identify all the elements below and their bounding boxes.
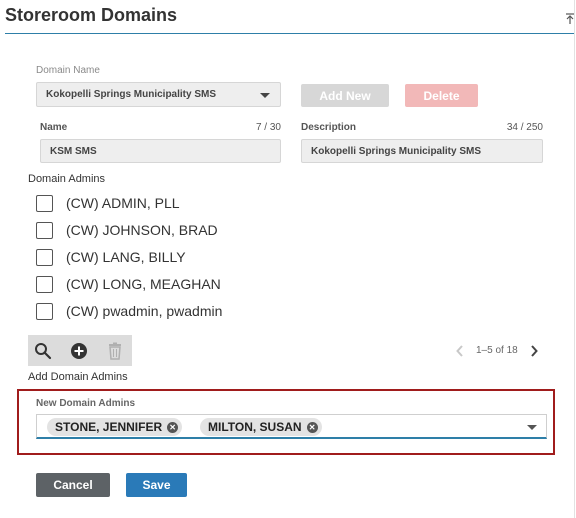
page-title: Storeroom Domains [5, 5, 178, 25]
title-divider [5, 33, 575, 34]
domain-admins-label: Domain Admins [28, 173, 106, 185]
delete-button[interactable]: Delete [405, 84, 478, 107]
domain-name-select[interactable]: Kokopelli Springs Municipality SMS [36, 82, 281, 107]
admin-name: (CW) pwadmin, pwadmin [66, 303, 223, 319]
remove-chip-icon[interactable]: ✕ [167, 421, 179, 433]
description-input[interactable]: Kokopelli Springs Municipality SMS [301, 139, 543, 163]
description-char-counter: 34 / 250 [506, 122, 543, 133]
description-input-value: Kokopelli Springs Municipality SMS [311, 145, 482, 157]
add-circle-icon[interactable] [69, 341, 89, 361]
admin-name: (CW) LONG, MEAGHAN [66, 276, 221, 292]
list-item: (CW) pwadmin, pwadmin [36, 301, 222, 321]
domain-name-value: Kokopelli Springs Municipality SMS [46, 89, 217, 100]
name-char-counter: 7 / 30 [255, 122, 281, 133]
list-item: (CW) ADMIN, PLL [36, 193, 180, 213]
panel-border [574, 0, 575, 518]
admin-checkbox[interactable] [36, 221, 53, 239]
new-domain-admins-multiselect[interactable]: STONE, JENNIFER ✕ MILTON, SUSAN ✕ [36, 414, 547, 439]
admin-name: (CW) ADMIN, PLL [66, 195, 180, 211]
name-input[interactable]: KSM SMS [40, 139, 281, 163]
trash-icon[interactable] [105, 341, 125, 361]
domain-name-label: Domain Name [36, 65, 100, 76]
description-label: Description [301, 122, 357, 133]
add-new-button[interactable]: Add New [301, 84, 389, 107]
chip-label: MILTON, SUSAN [208, 420, 302, 434]
cancel-button[interactable]: Cancel [36, 473, 110, 497]
list-item: (CW) JOHNSON, BRAD [36, 220, 218, 240]
list-item: (CW) LANG, BILLY [36, 247, 186, 267]
list-item: (CW) LONG, MEAGHAN [36, 274, 221, 294]
chip-label: STONE, JENNIFER [55, 420, 163, 434]
chevron-down-icon [260, 93, 270, 98]
name-label: Name [40, 122, 68, 133]
chevron-left-icon[interactable] [456, 344, 464, 358]
admin-checkbox[interactable] [36, 194, 53, 212]
pagination-text: 1–5 of 18 [476, 345, 518, 356]
save-button[interactable]: Save [126, 473, 187, 497]
admin-name: (CW) LANG, BILLY [66, 249, 186, 265]
admin-chip: MILTON, SUSAN ✕ [200, 418, 322, 436]
admin-checkbox[interactable] [36, 248, 53, 266]
search-icon[interactable] [33, 341, 53, 361]
admin-list-toolbar [28, 335, 132, 366]
admin-name: (CW) JOHNSON, BRAD [66, 222, 218, 238]
remove-chip-icon[interactable]: ✕ [306, 421, 318, 433]
chevron-down-icon[interactable] [527, 425, 537, 430]
add-domain-admins-label: Add Domain Admins [28, 371, 128, 383]
new-domain-admins-label: New Domain Admins [36, 398, 136, 409]
name-input-value: KSM SMS [50, 145, 97, 157]
admin-checkbox[interactable] [36, 275, 53, 293]
admin-chip: STONE, JENNIFER ✕ [47, 418, 183, 436]
chevron-right-icon[interactable] [530, 344, 538, 358]
admin-checkbox[interactable] [36, 302, 53, 320]
